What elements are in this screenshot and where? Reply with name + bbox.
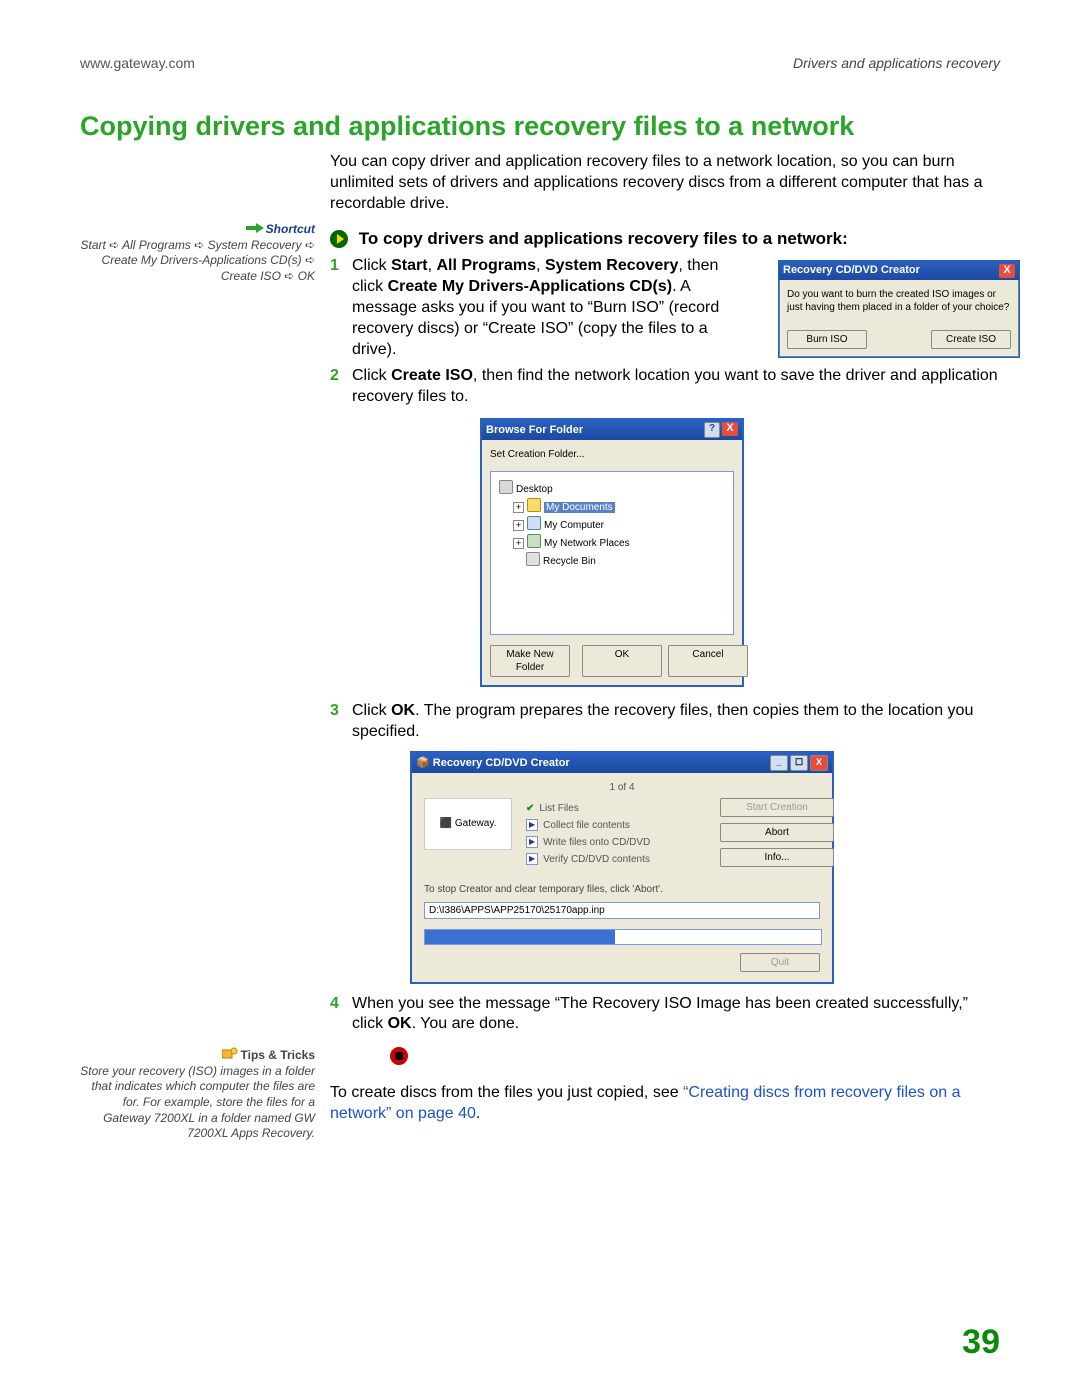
folder-tree[interactable]: Desktop +My Documents +My Computer +My N…: [490, 471, 734, 635]
closing-text: To create discs from the files you just …: [330, 1083, 1000, 1125]
expand-icon[interactable]: +: [513, 520, 524, 531]
step-2: 2 Click Create ISO, then find the networ…: [330, 366, 1000, 408]
maximize-icon[interactable]: ☐: [790, 755, 808, 771]
dialog2-titlebar: Browse For Folder ? X: [482, 420, 742, 440]
recycle-bin-icon: [526, 552, 540, 566]
shortcut-arrow-icon: [246, 222, 264, 234]
close-icon[interactable]: X: [810, 755, 828, 771]
progress-count: 1 of 4: [424, 781, 820, 794]
arrow-icon: ▶: [526, 853, 538, 865]
dialog2-subtitle: Set Creation Folder...: [490, 448, 734, 461]
intro-text: You can copy driver and application reco…: [330, 152, 1000, 214]
dialog-browse-for-folder: Browse For Folder ? X Set Creation Folde…: [480, 418, 744, 687]
stop-icon: [390, 1047, 408, 1065]
close-icon[interactable]: X: [722, 422, 738, 436]
make-new-folder-button[interactable]: Make New Folder: [490, 645, 570, 677]
progress-bar: [424, 929, 822, 945]
shortcut-path: Start ➪ All Programs ➪ System Recovery ➪…: [80, 238, 315, 285]
ok-button[interactable]: OK: [582, 645, 662, 677]
arrow-icon: ▶: [526, 836, 538, 848]
tips-label: Tips & Tricks: [241, 1048, 315, 1062]
dialog-recovery-creator: 📦 Recovery CD/DVD Creator _ ☐ X 1 of 4 ⬛…: [410, 751, 834, 984]
computer-icon: [527, 516, 541, 530]
expand-icon[interactable]: +: [513, 538, 524, 549]
dialog3-titlebar: 📦 Recovery CD/DVD Creator _ ☐ X: [412, 753, 832, 773]
page-number: 39: [962, 1323, 1000, 1362]
page-header: www.gateway.com Drivers and applications…: [80, 55, 1000, 71]
network-icon: [527, 534, 541, 548]
creator-note: To stop Creator and clear temporary file…: [424, 883, 820, 896]
abort-button[interactable]: Abort: [720, 823, 834, 842]
info-button[interactable]: Info...: [720, 848, 834, 867]
folder-icon: [527, 498, 541, 512]
step-4: 4 When you see the message “The Recovery…: [330, 994, 1000, 1036]
help-icon[interactable]: ?: [704, 422, 720, 438]
procedure-heading: To copy drivers and applications recover…: [330, 228, 1000, 250]
minimize-icon[interactable]: _: [770, 755, 788, 771]
arrow-icon: ▶: [526, 819, 538, 831]
close-icon[interactable]: X: [999, 264, 1015, 278]
creator-steps: ✔List Files ▶Collect file contents ▶Writ…: [526, 798, 708, 870]
step-1: 1 Click Start, All Programs, System Reco…: [330, 256, 1000, 360]
tips-text: Store your recovery (ISO) images in a fo…: [80, 1064, 315, 1142]
gateway-logo: ⬛ Gateway.: [424, 798, 512, 850]
shortcut-label: Shortcut: [266, 222, 315, 236]
page-title: Copying drivers and applications recover…: [80, 111, 1000, 142]
quit-button: Quit: [740, 953, 820, 972]
check-icon: ✔: [526, 802, 534, 815]
header-url: www.gateway.com: [80, 55, 195, 71]
path-field[interactable]: D:\I386\APPS\APP25170\25170app.inp: [424, 902, 820, 919]
desktop-icon: [499, 480, 513, 494]
play-icon: [330, 230, 348, 248]
expand-icon[interactable]: +: [513, 502, 524, 513]
step-3: 3 Click OK. The program prepares the rec…: [330, 701, 1000, 743]
cancel-button[interactable]: Cancel: [668, 645, 748, 677]
lightbulb-icon: [222, 1047, 238, 1061]
header-section: Drivers and applications recovery: [793, 55, 1000, 71]
start-creation-button: Start Creation: [720, 798, 834, 817]
